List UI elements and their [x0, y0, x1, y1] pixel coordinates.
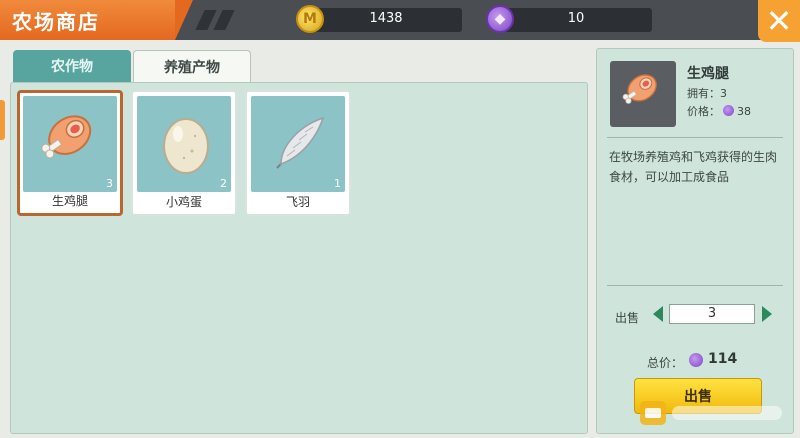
unit-price: 价格： 38	[687, 103, 751, 119]
purple-gem-icon	[723, 105, 734, 116]
item-image: 1	[251, 96, 345, 192]
item-image: 2	[137, 96, 231, 192]
item-image: 3	[23, 96, 117, 192]
gold-display: M 1438	[296, 5, 462, 33]
detail-item-name: 生鸡腿	[687, 66, 729, 82]
price-label: 价格：	[687, 105, 720, 118]
item-card-chicken-leg[interactable]: 3 生鸡腿	[17, 90, 123, 216]
watermark-logo	[640, 401, 782, 425]
decor-stripe	[213, 10, 235, 30]
owned-count: 拥有：3	[687, 87, 727, 100]
item-name: 生鸡腿	[51, 194, 88, 208]
tab-crops[interactable]: 农作物	[13, 50, 131, 82]
item-description: 在牧场养殖鸡和飞鸡获得的生肉食材，可以加工成食品	[609, 150, 778, 184]
close-icon: ✕	[765, 2, 793, 40]
top-bar: 农场商店 M 1438 ◆ 10 ✕	[0, 0, 800, 42]
increase-arrow-icon[interactable]	[762, 306, 772, 322]
shop-title: 农场商店	[12, 10, 100, 34]
item-count: 2	[220, 177, 227, 190]
gem-display: ◆ 10	[486, 5, 652, 33]
price-value: 38	[737, 105, 751, 118]
gold-value: 1438	[369, 11, 403, 26]
divider	[607, 137, 783, 138]
item-name: 小鸡蛋	[165, 195, 202, 209]
sell-quantity-label: 出售	[615, 311, 640, 325]
item-card-egg[interactable]: 2 小鸡蛋	[131, 90, 237, 216]
item-count: 3	[106, 177, 113, 190]
tab-label: 养殖产物	[164, 59, 220, 76]
chicken-leg-icon	[622, 74, 657, 104]
detail-panel: 生鸡腿 拥有：3 价格： 38 在牧场养殖鸡和飞鸡获得的生肉食材，可以加工成食品 …	[596, 48, 794, 434]
decrease-arrow-icon[interactable]	[653, 306, 663, 322]
purple-gem-icon	[689, 353, 703, 367]
close-button[interactable]: ✕	[758, 0, 800, 42]
tab-breeding-products[interactable]: 养殖产物	[133, 50, 251, 82]
gem-value: 10	[567, 11, 585, 26]
tab-label: 农作物	[51, 59, 93, 75]
side-handle	[0, 100, 5, 140]
item-card-feather[interactable]: 1 飞羽	[245, 90, 351, 216]
total-price-label: 总价：	[647, 356, 684, 370]
total-price-value: 114	[708, 351, 738, 367]
chicken-leg-icon	[41, 115, 92, 159]
item-name: 飞羽	[285, 195, 310, 209]
item-count: 1	[334, 177, 341, 190]
quantity-stepper[interactable]: 3	[669, 304, 755, 324]
detail-thumbnail	[610, 61, 676, 127]
title-plate: 农场商店	[0, 0, 193, 40]
divider	[607, 285, 783, 286]
